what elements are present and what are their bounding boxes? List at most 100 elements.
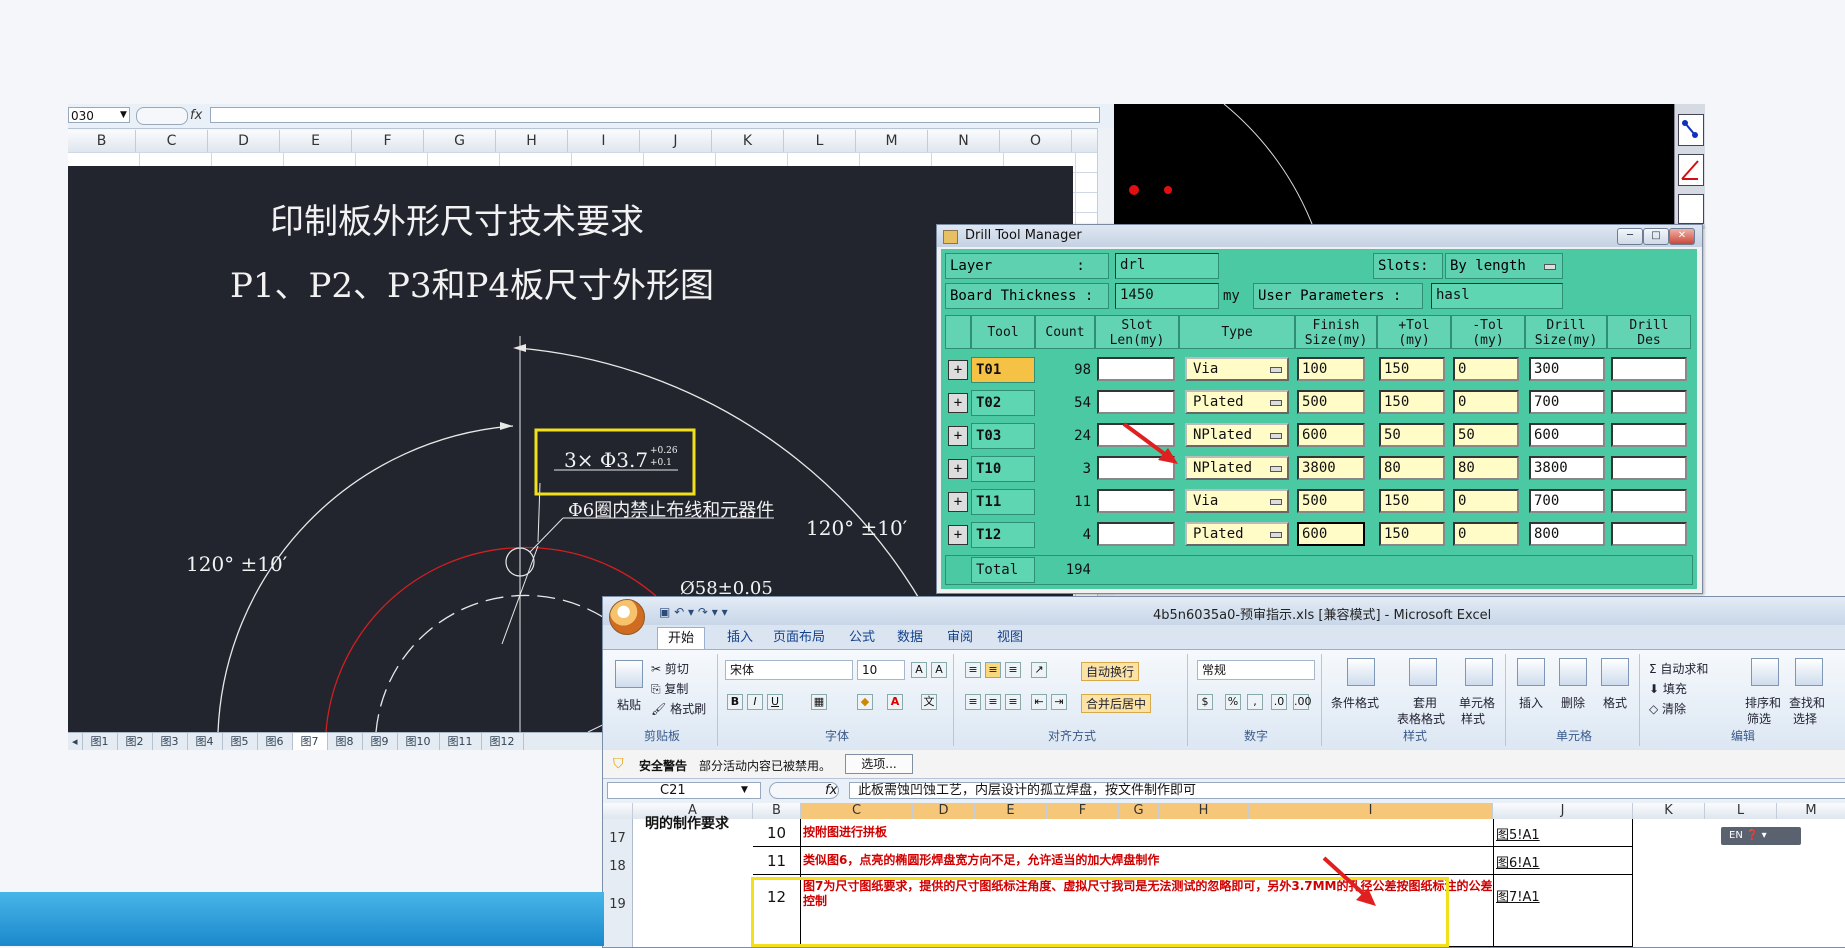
column-header[interactable]: M [856, 130, 928, 152]
tool-name[interactable]: T01 [971, 357, 1035, 383]
border-icon[interactable]: ▦ [811, 694, 827, 710]
orientation-icon[interactable]: ↗ [1031, 662, 1047, 678]
insert-cells-button[interactable]: 插入 [1519, 694, 1543, 711]
fx-icon[interactable]: fx [825, 783, 837, 798]
type-select[interactable]: NPlated [1185, 423, 1289, 447]
expand-row-icon[interactable]: + [948, 525, 968, 545]
title-bar[interactable]: Drill Tool Manager ─ □ ✕ [937, 225, 1702, 247]
increase-indent-icon[interactable]: ⇥ [1051, 694, 1067, 710]
minus-tol-input[interactable]: 80 [1453, 456, 1519, 480]
cell-item-number[interactable]: 11 [753, 847, 801, 875]
column-header[interactable]: E [280, 130, 352, 152]
merge-center-button[interactable]: 合并后居中 [1081, 694, 1152, 713]
phonetic-icon[interactable]: 文 [921, 694, 937, 710]
expand-row-icon[interactable]: + [948, 459, 968, 479]
plus-tol-input[interactable]: 150 [1379, 489, 1445, 513]
font-color-icon[interactable]: A [887, 694, 903, 710]
column-header[interactable]: D [913, 803, 975, 819]
italic-icon[interactable]: I [747, 694, 763, 710]
tab-home[interactable]: 开始 [657, 627, 706, 650]
tab-formulas[interactable]: 公式 [839, 627, 885, 649]
drill-size-input[interactable]: 600 [1529, 423, 1605, 447]
fill-button[interactable]: ⬇ 填充 [1649, 680, 1687, 697]
sheet-tab-active[interactable]: 图7 [292, 733, 328, 750]
wrap-text-button[interactable]: 自动换行 [1081, 662, 1140, 681]
cell-sheet-link[interactable]: 图7!A1 [1493, 875, 1633, 947]
tab-view[interactable]: 视图 [987, 627, 1033, 649]
column-header[interactable]: K [712, 130, 784, 152]
type-select[interactable]: Via [1185, 357, 1289, 381]
slot-length-input[interactable] [1097, 489, 1175, 513]
tool-name[interactable]: T11 [971, 489, 1035, 515]
bold-icon[interactable]: B [727, 694, 743, 710]
currency-icon[interactable]: $ [1197, 694, 1213, 710]
format-as-table-line2[interactable]: 表格格式 [1397, 710, 1445, 727]
finish-size-input[interactable]: 600 [1297, 423, 1365, 447]
delete-cells-button[interactable]: 删除 [1561, 694, 1585, 711]
cell-sheet-link[interactable]: 图6!A1 [1493, 847, 1633, 875]
column-header[interactable]: M [1777, 803, 1845, 819]
tab-insert[interactable]: 插入 [717, 627, 763, 649]
cell-requirement-text[interactable]: 按附图进行拼板 [801, 819, 1493, 847]
cell-styles-line2[interactable]: 样式 [1461, 710, 1485, 727]
find-select-line2[interactable]: 选择 [1793, 710, 1817, 727]
sheet-tab[interactable]: 图5 [223, 733, 258, 750]
cell-requirement-text[interactable]: 类似图6，点亮的椭圆形焊盘宽方向不足，允许适当的加大焊盘制作 [801, 847, 1493, 875]
sheet-tab[interactable]: 图9 [363, 733, 398, 750]
sheet-tab[interactable]: 图8 [328, 733, 363, 750]
percent-icon[interactable]: % [1225, 694, 1241, 710]
sheet-nav-icon[interactable]: ◂ [68, 733, 83, 750]
align-top-icon[interactable]: ≡ [965, 662, 981, 678]
drill-des-input[interactable] [1611, 390, 1687, 414]
cut-button[interactable]: ✂ 剪切 [651, 660, 689, 677]
cell-styles-icon[interactable] [1465, 658, 1493, 686]
row-number[interactable]: 17 [603, 819, 633, 847]
chevron-down-icon[interactable]: ▼ [120, 110, 127, 120]
drill-des-input[interactable] [1611, 423, 1687, 447]
column-header[interactable]: I [568, 130, 640, 152]
close-button[interactable]: ✕ [1669, 228, 1695, 245]
column-header[interactable]: G [424, 130, 496, 152]
fill-color-icon[interactable]: ◆ [857, 694, 873, 710]
autosum-button[interactable]: Σ 自动求和 [1649, 660, 1708, 677]
tool-name[interactable]: T02 [971, 390, 1035, 416]
options-button[interactable]: 选项... [845, 754, 913, 774]
formula-input[interactable]: 此板需蚀凹蚀工艺，内层设计的孤立焊盘，按文件制作即可 [849, 782, 1845, 799]
drill-size-input[interactable]: 3800 [1529, 456, 1605, 480]
maximize-button[interactable]: □ [1643, 228, 1669, 245]
fx-icon[interactable]: fx [190, 108, 202, 123]
format-painter-button[interactable]: 🖌 格式刷 [651, 700, 706, 717]
slot-length-input[interactable] [1097, 522, 1175, 546]
row-number[interactable]: 19 [603, 875, 633, 947]
sheet-tab[interactable]: 图11 [440, 733, 482, 750]
column-header[interactable]: J [1493, 803, 1633, 819]
slot-length-input[interactable] [1097, 357, 1175, 381]
column-header[interactable]: O [1000, 130, 1072, 152]
tab-data[interactable]: 数据 [887, 627, 933, 649]
minus-tol-input[interactable]: 0 [1453, 489, 1519, 513]
tool-name[interactable]: T12 [971, 522, 1035, 548]
column-header[interactable]: L [1705, 803, 1777, 819]
slots-dropdown[interactable]: By length [1445, 253, 1563, 279]
format-as-table-line1[interactable]: 套用 [1413, 694, 1437, 711]
slot-length-input[interactable] [1097, 390, 1175, 414]
minus-tol-input[interactable]: 0 [1453, 390, 1519, 414]
column-header[interactable]: B [68, 130, 136, 152]
finish-size-input[interactable]: 3800 [1297, 456, 1365, 480]
column-header[interactable]: H [1159, 803, 1249, 819]
column-header[interactable]: F [1047, 803, 1119, 819]
column-header[interactable]: J [640, 130, 712, 152]
underline-icon[interactable]: U [767, 694, 783, 710]
format-cells-icon[interactable] [1601, 658, 1629, 686]
name-box[interactable]: C21 [607, 782, 761, 799]
align-left-icon[interactable]: ≡ [965, 694, 981, 710]
expand-row-icon[interactable]: + [948, 360, 968, 380]
column-header[interactable]: B [753, 803, 801, 819]
copy-button[interactable]: ⎘ 复制 [651, 680, 688, 697]
find-select-line1[interactable]: 查找和 [1789, 694, 1825, 711]
align-right-icon[interactable]: ≡ [1005, 694, 1021, 710]
number-format-select[interactable]: 常规 [1197, 660, 1315, 680]
draw-line-tool-icon[interactable] [1678, 154, 1704, 186]
title-bar[interactable]: ▣ ↶ ▾ ↷ ▾ ▾ 4b5n6035a0-预审指示.xls [兼容模式] -… [603, 597, 1845, 635]
language-bar[interactable]: EN ❓ ▾ [1721, 827, 1801, 845]
